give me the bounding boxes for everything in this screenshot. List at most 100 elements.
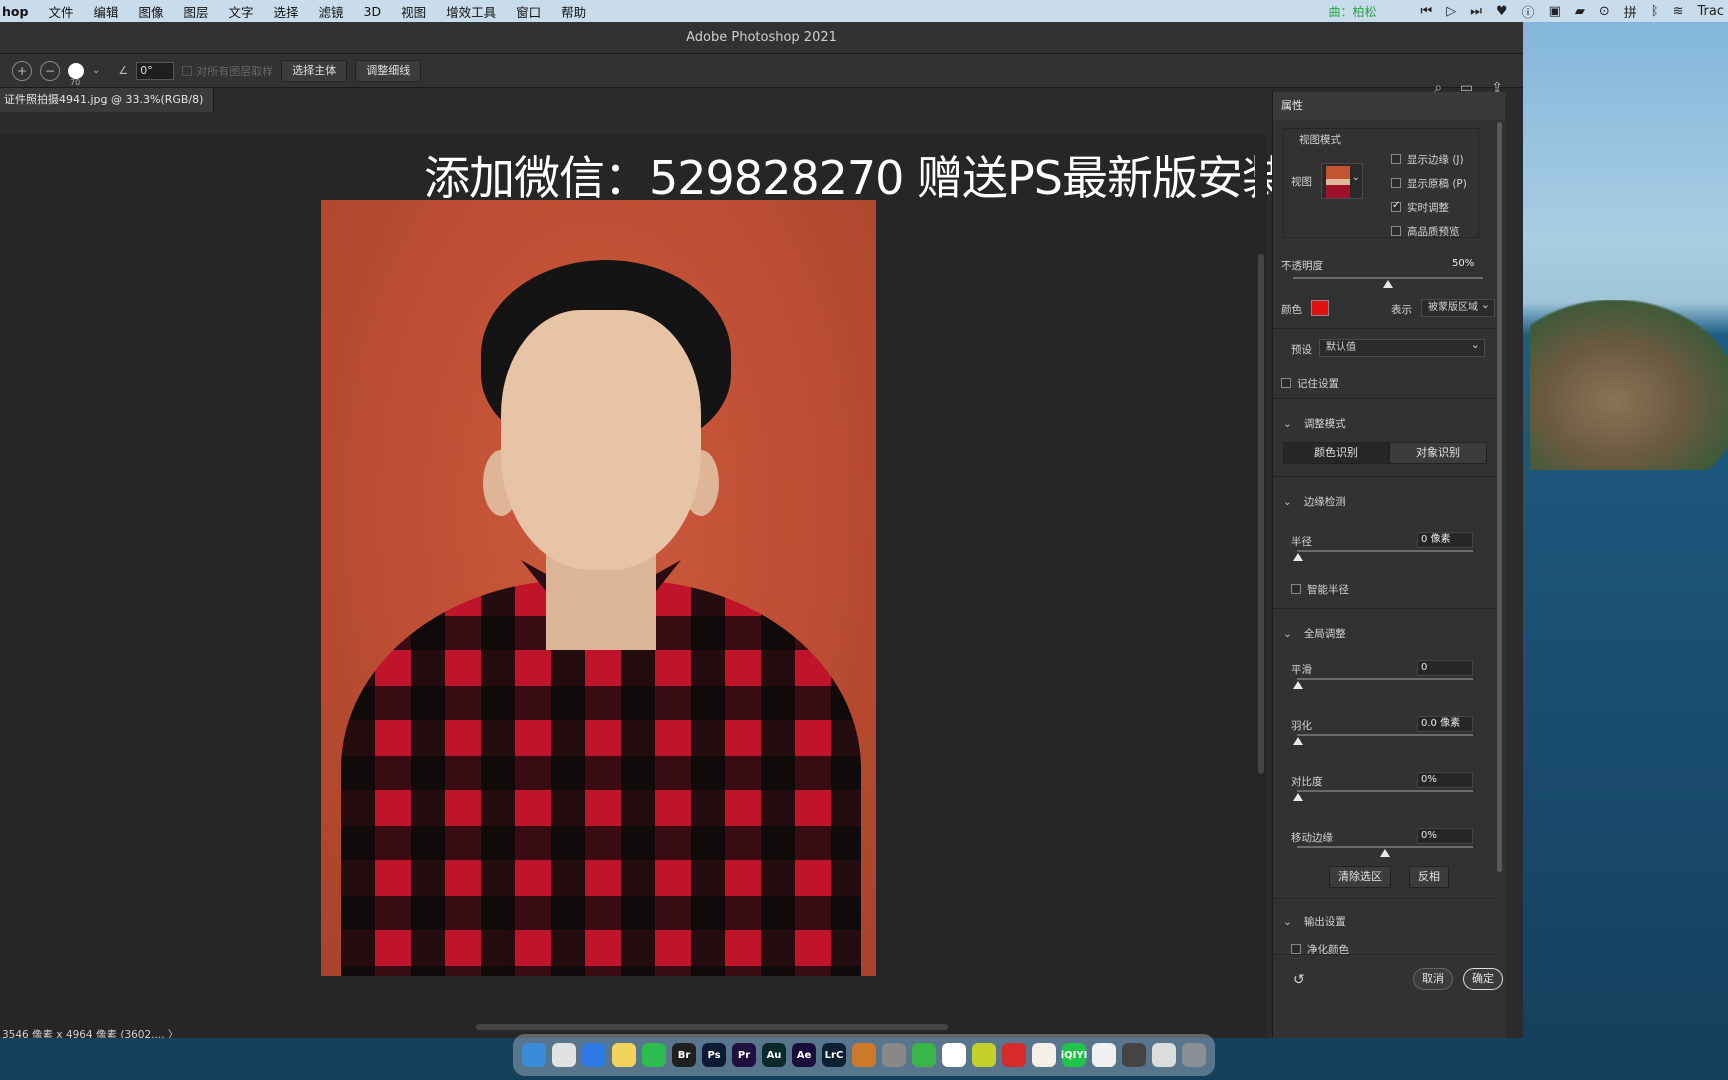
menu-help[interactable]: 帮助 <box>551 2 596 21</box>
menu-select[interactable]: 选择 <box>264 2 309 21</box>
wifi-icon[interactable]: ≋ <box>1673 4 1684 19</box>
portrait-photo[interactable] <box>321 200 876 976</box>
scroll-thumb[interactable] <box>1497 122 1502 872</box>
sample-all-layers-checkbox[interactable]: 对所有图层取样 <box>182 63 273 79</box>
feather-slider-thumb[interactable] <box>1293 737 1303 745</box>
menu-3d[interactable]: 3D <box>354 4 392 19</box>
show-edge-checkbox[interactable]: 显示边缘 (J) <box>1391 152 1464 167</box>
dock-app-icon[interactable] <box>942 1043 966 1067</box>
shift-edge-slider-track[interactable] <box>1297 846 1473 848</box>
dock-app-icon[interactable] <box>1122 1043 1146 1067</box>
menu-image[interactable]: 图像 <box>128 2 173 21</box>
global-refinements-header[interactable]: ⌄ 全局调整 <box>1283 626 1346 641</box>
canvas-vertical-scrollbar[interactable] <box>1255 134 1267 1038</box>
chevron-down-icon[interactable]: ⌄ <box>92 65 100 76</box>
menu-plugins[interactable]: 增效工具 <box>436 2 506 21</box>
remember-settings-checkbox[interactable]: 记住设置 <box>1281 376 1339 391</box>
smooth-input[interactable]: 0 <box>1417 660 1473 676</box>
cancel-button[interactable]: 取消 <box>1413 968 1453 990</box>
menu-file[interactable]: 文件 <box>38 2 83 21</box>
dock-app-icon[interactable] <box>1092 1043 1116 1067</box>
menu-edit[interactable]: 编辑 <box>83 2 128 21</box>
dock-app-icon[interactable] <box>582 1043 606 1067</box>
shift-edge-slider-thumb[interactable] <box>1380 849 1390 857</box>
angle-input[interactable]: 0° <box>136 61 175 80</box>
menu-view[interactable]: 视图 <box>391 2 436 21</box>
status-bar[interactable]: 3546 像素 x 4964 像素 (3602.... 〉 <box>0 1027 178 1038</box>
scroll-thumb[interactable] <box>1258 254 1264 774</box>
screen-record-icon[interactable]: ▣ <box>1549 4 1561 19</box>
document-tab[interactable]: 证件照拍摄4941.jpg @ 33.3%(RGB/8) <box>0 88 215 112</box>
brush-preset-picker[interactable]: 70 <box>68 62 84 87</box>
input-method-icon[interactable]: 拼 <box>1624 2 1637 21</box>
object-aware-button[interactable]: 对象识别 <box>1389 442 1487 464</box>
heart-icon[interactable]: ♥ <box>1496 4 1508 19</box>
invert-button[interactable]: 反相 <box>1409 866 1449 888</box>
color-aware-button[interactable]: 颜色识别 <box>1283 442 1389 464</box>
dock-app-icon[interactable] <box>612 1043 636 1067</box>
canvas-horizontal-scrollbar[interactable] <box>0 1022 1255 1032</box>
menu-window[interactable]: 窗口 <box>506 2 551 21</box>
clear-selection-button[interactable]: 清除选区 <box>1329 866 1391 888</box>
dock-app-icon[interactable] <box>1152 1043 1176 1067</box>
opacity-slider-track[interactable] <box>1293 277 1483 279</box>
contrast-input[interactable]: 0% <box>1417 772 1473 788</box>
prev-track-icon[interactable]: ⏮ <box>1420 4 1432 19</box>
dock-app-icon[interactable]: Ae <box>792 1043 816 1067</box>
contrast-slider-thumb[interactable] <box>1293 793 1303 801</box>
play-circle-icon[interactable]: ⊙ <box>1599 4 1610 19</box>
dock-app-icon[interactable]: Au <box>762 1043 786 1067</box>
shift-edge-input[interactable]: 0% <box>1417 828 1473 844</box>
info-icon[interactable]: ⓘ <box>1522 2 1535 21</box>
scroll-thumb[interactable] <box>476 1024 948 1030</box>
next-track-icon[interactable]: ⏭ <box>1470 4 1482 19</box>
radius-slider-track[interactable] <box>1297 550 1473 552</box>
properties-tab[interactable]: 属性 <box>1273 92 1505 120</box>
show-original-checkbox[interactable]: 显示原稿 (P) <box>1391 176 1467 191</box>
dock-app-icon[interactable] <box>852 1043 876 1067</box>
dock-app-icon[interactable] <box>972 1043 996 1067</box>
output-settings-header[interactable]: ⌄ 输出设置 <box>1283 914 1346 929</box>
subtract-selection-icon[interactable]: − <box>40 60 60 81</box>
dock-app-icon[interactable] <box>882 1043 906 1067</box>
show-dropdown[interactable]: 被蒙版区域 <box>1421 297 1495 317</box>
smooth-slider-thumb[interactable] <box>1293 681 1303 689</box>
radius-input[interactable]: 0 像素 <box>1417 532 1473 548</box>
edge-detection-header[interactable]: ⌄ 边缘检测 <box>1283 494 1346 509</box>
menu-filter[interactable]: 滤镜 <box>309 2 354 21</box>
refine-hair-button[interactable]: 调整细线 <box>355 59 422 82</box>
ok-button[interactable]: 确定 <box>1463 968 1503 990</box>
smooth-slider-track[interactable] <box>1297 678 1473 680</box>
feather-slider-track[interactable] <box>1297 734 1473 736</box>
decontaminate-checkbox[interactable]: 净化颜色 <box>1291 942 1349 954</box>
select-subject-button[interactable]: 选择主体 <box>281 59 348 82</box>
panel-scrollbar[interactable] <box>1495 122 1505 892</box>
dock-app-icon[interactable] <box>552 1043 576 1067</box>
airplay-icon[interactable]: ▰ <box>1575 4 1585 19</box>
dock-app-icon[interactable]: iQIYI <box>1061 1043 1087 1067</box>
opacity-value[interactable]: 50% <box>1449 257 1485 273</box>
menu-type[interactable]: 文字 <box>219 2 264 21</box>
view-dropdown[interactable]: ⌄ <box>1321 163 1363 199</box>
dock-app-icon[interactable]: LrC <box>822 1043 846 1067</box>
dock-app-icon[interactable]: Pr <box>732 1043 756 1067</box>
contrast-slider-track[interactable] <box>1297 790 1473 792</box>
canvas-area[interactable]: 添加微信：529828270 赠送PS最新版安装包 <box>0 134 1333 1038</box>
dock-app-icon[interactable] <box>912 1043 936 1067</box>
dock-app-icon[interactable] <box>1032 1043 1056 1067</box>
play-icon[interactable]: ▷ <box>1446 4 1456 19</box>
overlay-color-swatch[interactable] <box>1311 300 1329 316</box>
dock-app-icon[interactable] <box>1002 1043 1026 1067</box>
dock-app-icon[interactable]: Ps <box>702 1043 726 1067</box>
smart-radius-checkbox[interactable]: 智能半径 <box>1291 582 1349 597</box>
preset-dropdown[interactable]: 默认值 <box>1319 337 1485 357</box>
add-to-selection-icon[interactable]: + <box>12 60 32 81</box>
reset-icon[interactable]: ↺ <box>1293 972 1305 988</box>
menu-app-name[interactable]: hop <box>0 4 38 19</box>
dock-app-icon[interactable] <box>522 1043 546 1067</box>
feather-input[interactable]: 0.0 像素 <box>1417 716 1473 732</box>
real-time-refine-checkbox[interactable]: 实时调整 <box>1391 200 1449 215</box>
dock-app-icon[interactable] <box>642 1043 666 1067</box>
radius-slider-thumb[interactable] <box>1293 553 1303 561</box>
dock-app-icon[interactable] <box>1182 1043 1206 1067</box>
